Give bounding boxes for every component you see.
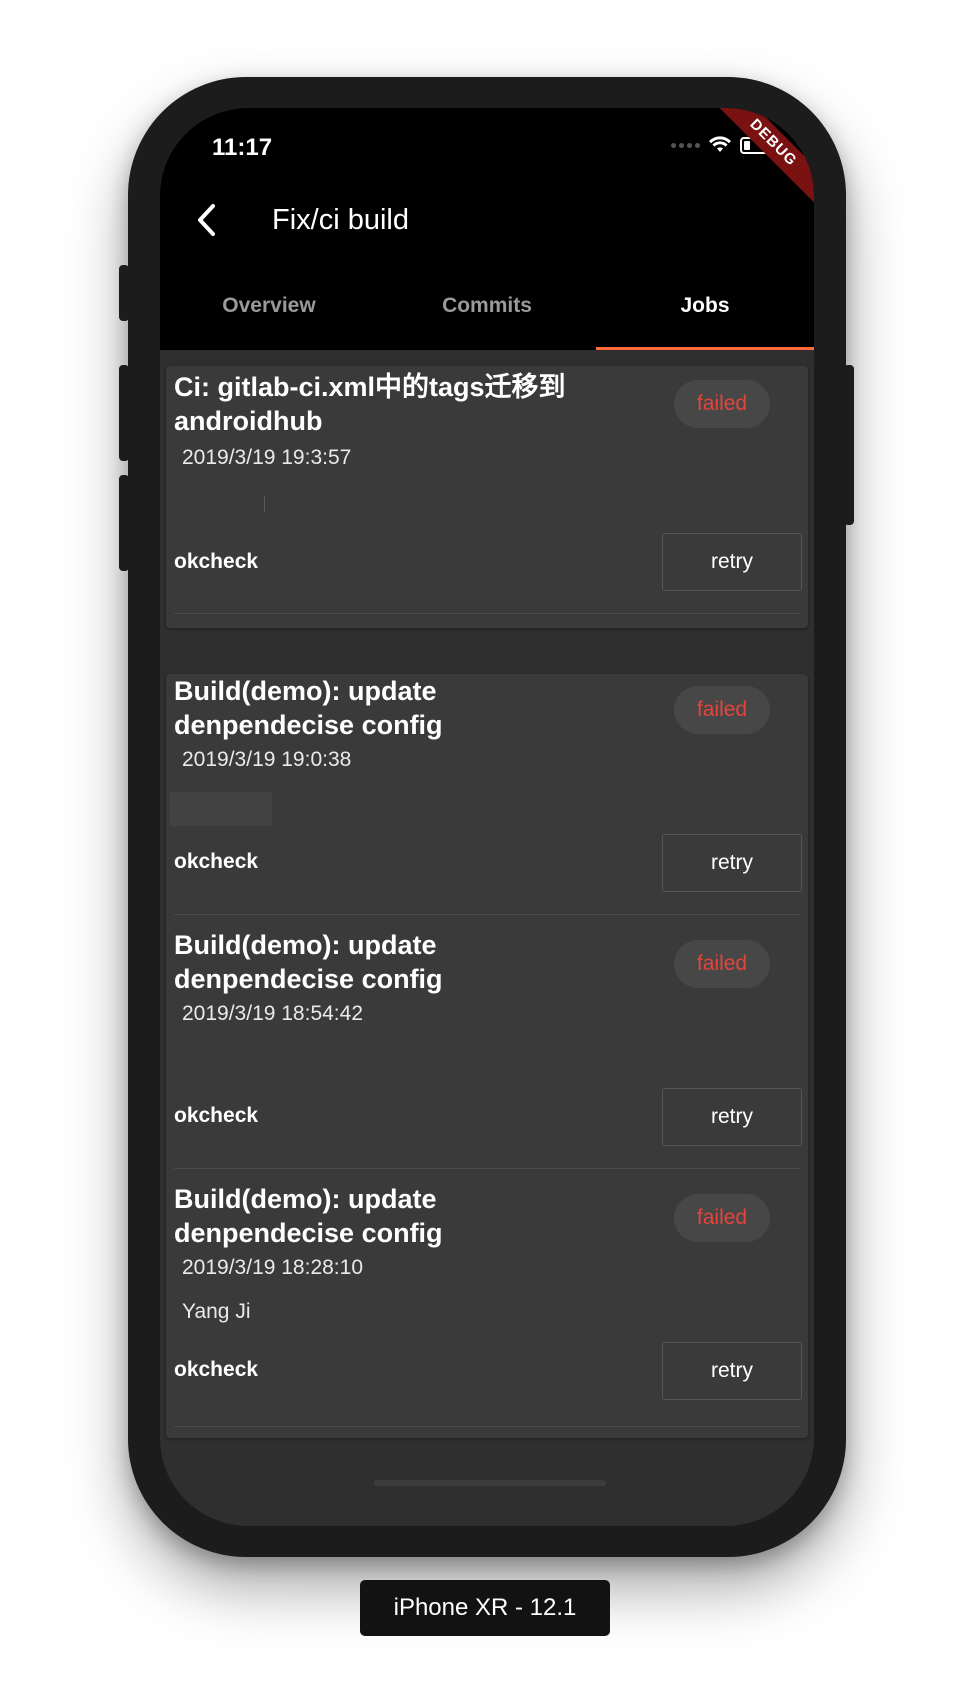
job-date: 2019/3/19 18:54:42	[182, 1002, 364, 1025]
wifi-icon	[709, 136, 731, 152]
job-date: 2019/3/19 18:28:10	[182, 1256, 364, 1279]
job-item[interactable]: Build(demo): update denpendecise config …	[166, 1182, 808, 1436]
job-stage: okcheck	[174, 850, 259, 873]
back-button[interactable]	[186, 198, 226, 242]
job-card: Ci: gitlab-ci.xml中的tags迁移到androidhub 201…	[166, 366, 808, 628]
status-badge: failed	[674, 940, 770, 988]
job-title: Build(demo): update denpendecise config	[174, 930, 443, 994]
job-title: Ci: gitlab-ci.xml中的tags迁移到androidhub	[174, 372, 566, 436]
tab-bar: Overview Commits Jobs	[160, 270, 814, 350]
divider	[264, 496, 265, 512]
divider	[174, 613, 800, 614]
job-item[interactable]: Ci: gitlab-ci.xml中的tags迁移到androidhub 201…	[166, 366, 808, 628]
screen: 11:17 DEBUG Fix/ci build Overview Commit…	[160, 108, 814, 1526]
notch	[304, 108, 670, 160]
job-date: 2019/3/19 19:0:38	[182, 748, 352, 771]
job-author: Yang Ji	[182, 1300, 251, 1323]
mute-switch	[119, 265, 129, 321]
app-bar: Fix/ci build	[160, 170, 814, 270]
job-item[interactable]: Build(demo): update denpendecise config …	[166, 928, 808, 1169]
retry-button[interactable]: retry	[662, 834, 802, 892]
divider	[174, 1168, 800, 1169]
device-label: iPhone XR - 12.1	[360, 1580, 610, 1636]
status-badge: failed	[674, 380, 770, 428]
page-title: Fix/ci build	[272, 204, 409, 236]
job-title: Build(demo): update denpendecise config	[174, 676, 443, 740]
status-time: 11:17	[212, 134, 273, 161]
power-button	[844, 365, 854, 525]
volume-up-button	[119, 365, 129, 461]
status-badge: failed	[674, 686, 770, 734]
job-stage: okcheck	[174, 1104, 259, 1127]
job-stage: okcheck	[174, 1358, 259, 1381]
job-stage: okcheck	[174, 550, 259, 573]
signal-icon	[671, 142, 700, 148]
divider	[174, 914, 800, 915]
job-card: Build(demo): update denpendecise config …	[166, 674, 808, 1438]
divider	[174, 1426, 800, 1427]
job-title: Build(demo): update denpendecise config	[174, 1184, 443, 1248]
chevron-left-icon	[198, 204, 215, 236]
home-indicator[interactable]	[374, 1480, 606, 1486]
tab-jobs[interactable]: Jobs	[596, 270, 814, 350]
retry-button[interactable]: retry	[662, 1342, 802, 1400]
volume-down-button	[119, 475, 129, 571]
retry-button[interactable]: retry	[662, 1088, 802, 1146]
placeholder-block	[170, 792, 272, 826]
job-date: 2019/3/19 19:3:57	[182, 446, 352, 469]
tab-commits[interactable]: Commits	[378, 270, 596, 350]
status-badge: failed	[674, 1194, 770, 1242]
job-item[interactable]: Build(demo): update denpendecise config …	[166, 674, 808, 915]
tab-overview[interactable]: Overview	[160, 270, 378, 350]
retry-button[interactable]: retry	[662, 533, 802, 591]
